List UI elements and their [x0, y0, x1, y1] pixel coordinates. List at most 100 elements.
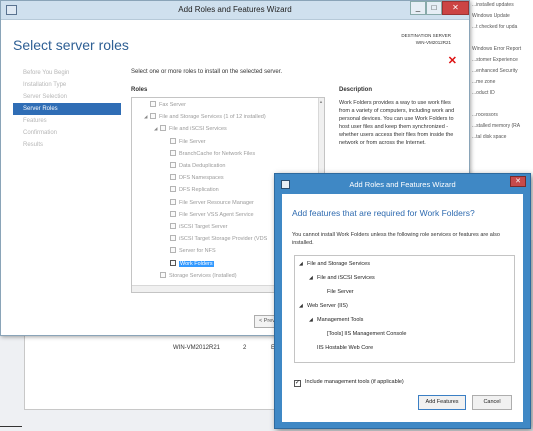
feature-item: ◢ File and iSCSI Services — [309, 275, 375, 281]
role-label: File Server — [179, 138, 206, 145]
collapse-arrow-icon: ◢ — [299, 261, 303, 267]
role-item[interactable]: Server for NFS — [164, 247, 216, 257]
table-cell-number: 2 — [243, 345, 247, 351]
feature-label: IIS Hostable Web Core — [317, 345, 374, 351]
role-checkbox[interactable] — [170, 210, 176, 217]
property-line: Windows Error Report — [472, 46, 522, 52]
role-checkbox[interactable] — [150, 101, 156, 107]
role-item[interactable]: ◢ File and Storage Services (1 of 12 inst… — [144, 113, 266, 123]
role-label: Storage Services (Installed) — [169, 272, 237, 279]
wizard-header: Select server roles DESTINATION SERVER W… — [1, 20, 469, 67]
property-line: ...tal disk space — [472, 134, 507, 140]
role-label: iSCSI Target Storage Provider (VDS — [179, 236, 268, 243]
minimize-button[interactable]: _ — [410, 1, 426, 15]
nav-item-server-roles[interactable]: Server Roles — [13, 103, 121, 115]
feature-item: ◢ File and Storage Services — [299, 261, 370, 267]
role-checkbox[interactable] — [170, 223, 176, 229]
role-item[interactable]: File Server — [164, 137, 206, 148]
role-checkbox[interactable] — [170, 259, 176, 266]
role-item[interactable]: DFS Replication — [164, 186, 219, 196]
role-item[interactable]: Data Deduplication — [164, 162, 225, 172]
role-label: Data Deduplication — [179, 163, 226, 169]
role-item[interactable]: BranchCache for Network Files — [164, 149, 256, 160]
role-checkbox[interactable] — [170, 235, 176, 242]
feature-item: [Tools] IIS Management Console — [319, 331, 407, 337]
role-item[interactable]: File Server Resource Manager — [164, 198, 254, 209]
feature-label: Management Tools — [317, 317, 364, 323]
feature-label: File and iSCSI Services — [317, 275, 375, 281]
role-checkbox[interactable] — [160, 125, 166, 132]
property-line: ...enhanced Security — [472, 68, 518, 74]
role-description: Work Folders provides a way to use work … — [339, 100, 455, 146]
role-label: File and Storage Services (1 of 12 insta… — [159, 114, 266, 121]
role-label: Fax Server — [159, 102, 186, 108]
add-features-button[interactable]: Add Features — [418, 395, 466, 410]
property-line: ...stomer Experience — [472, 57, 518, 63]
required-features-tree: ◢ File and Storage Services ◢ File and iSCS… — [294, 255, 515, 363]
nav-item-before-you-begin[interactable]: Before You Begin — [13, 67, 121, 79]
include-management-tools-checkbox[interactable]: ✓ — [294, 380, 301, 387]
destination-server-value: WIN-VM2012R21 — [415, 40, 451, 45]
role-checkbox[interactable] — [170, 247, 176, 254]
feature-label: Web Server (IIS) — [307, 303, 348, 309]
role-label: iSCSI Target Server — [179, 224, 228, 230]
dialog-close-button[interactable]: ✕ — [510, 176, 526, 187]
page-title: Select server roles — [13, 37, 129, 53]
role-checkbox[interactable] — [170, 162, 176, 168]
role-checkbox[interactable] — [170, 137, 176, 144]
instruction-text: Select one or more roles to install on t… — [131, 69, 283, 75]
feature-item: IIS Hostable Web Core — [309, 345, 373, 351]
property-line: ...oduct ID — [472, 90, 495, 96]
feature-label: File Server — [327, 289, 354, 295]
property-line: ...me zone — [472, 79, 496, 85]
destination-server-label: DESTINATION SERVER — [401, 33, 451, 38]
include-management-tools-label: Include management tools (if applicable) — [305, 379, 404, 385]
role-label: Work Folders — [179, 260, 214, 267]
error-close-icon[interactable]: ✕ — [448, 54, 457, 67]
role-item[interactable]: Work Folders — [164, 259, 214, 270]
divider — [0, 426, 22, 427]
role-checkbox[interactable] — [170, 198, 176, 205]
collapse-arrow-icon: ◢ — [309, 275, 313, 281]
role-item[interactable]: iSCSI Target Server — [164, 223, 228, 233]
dialog-message: You cannot install Work Folders unless t… — [292, 232, 500, 246]
property-line: ...stalled memory (RA — [472, 123, 521, 129]
role-checkbox[interactable] — [170, 174, 176, 181]
table-server-name: WIN-VM2012R21 — [173, 345, 221, 351]
window-close-button[interactable]: ✕ — [442, 1, 469, 15]
role-label: BranchCache for Network Files — [179, 150, 256, 157]
role-item[interactable]: DFS Namespaces — [164, 174, 224, 184]
nav-item-server-selection[interactable]: Server Selection — [13, 91, 121, 103]
role-checkbox[interactable] — [170, 149, 176, 156]
cancel-button[interactable]: Cancel — [472, 395, 512, 410]
collapse-arrow-icon: ◢ — [309, 317, 313, 323]
roles-label: Roles — [131, 87, 148, 93]
scroll-up-icon[interactable]: ▲ — [319, 99, 323, 104]
role-checkbox[interactable] — [160, 271, 166, 278]
dialog-heading: Add features that are required for Work … — [292, 208, 475, 218]
role-checkbox[interactable] — [170, 186, 176, 193]
dialog-titlebar[interactable]: Add Roles and Features Wizard ✕ — [275, 174, 530, 194]
role-label: File Server VSS Agent Service — [179, 211, 254, 218]
role-item[interactable]: ◢ File and iSCSI Services — [154, 125, 227, 135]
dialog-body: Add features that are required for Work … — [282, 194, 523, 422]
dialog-title: Add Roles and Features Wizard — [349, 180, 456, 189]
collapse-arrow-icon: ◢ — [299, 303, 303, 309]
description-label: Description — [339, 87, 373, 93]
wizard-title: Add Roles and Features Wizard — [178, 5, 292, 14]
role-checkbox[interactable] — [150, 113, 156, 120]
nav-item-confirmation[interactable]: Confirmation — [13, 127, 121, 139]
include-management-tools-row[interactable]: ✓ Include management tools (if applicable… — [294, 379, 404, 387]
wizard-navigation: Before You Begin Installation Type Server … — [13, 67, 121, 151]
feature-item: File Server — [319, 289, 354, 295]
role-item[interactable]: iSCSI Target Storage Provider (VDS — [164, 235, 267, 245]
role-label: DFS Namespaces — [179, 175, 224, 182]
nav-item-results[interactable]: Results — [13, 139, 121, 151]
role-item[interactable]: Storage Services (Installed) — [154, 271, 237, 282]
role-item[interactable]: File Server VSS Agent Service — [164, 210, 254, 221]
role-item[interactable]: Fax Server — [144, 101, 186, 111]
maximize-button[interactable]: □ — [426, 1, 442, 15]
nav-item-features[interactable]: Features — [13, 115, 121, 127]
wizard-titlebar[interactable]: Add Roles and Features Wizard _ □ ✕ — [1, 1, 469, 20]
nav-item-installation-type[interactable]: Installation Type — [13, 79, 121, 91]
